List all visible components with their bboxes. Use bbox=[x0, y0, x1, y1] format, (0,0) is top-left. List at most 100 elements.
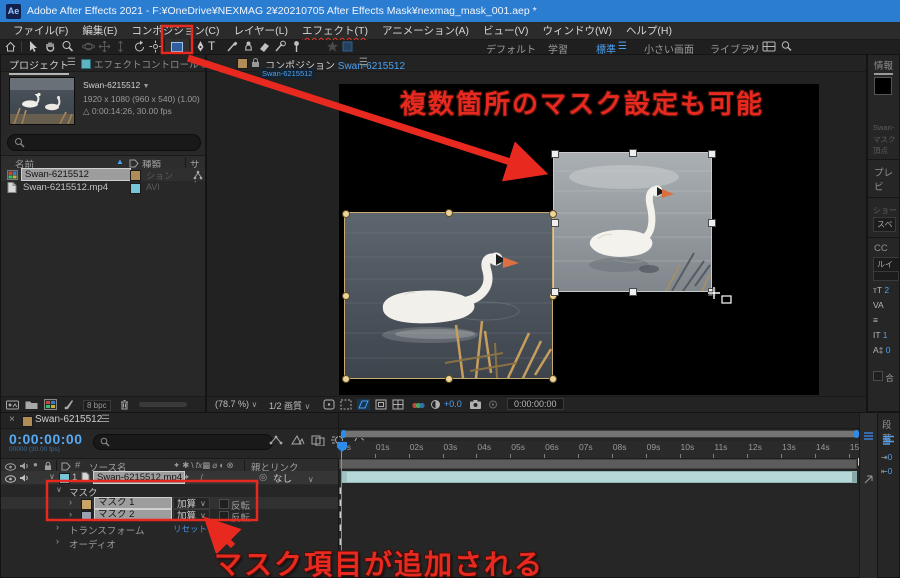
mask-handle[interactable] bbox=[551, 219, 559, 227]
indent-left-row[interactable]: ⇥0 bbox=[881, 453, 892, 462]
text-tool-icon[interactable]: T bbox=[208, 39, 215, 53]
mask-handle[interactable] bbox=[549, 375, 557, 383]
search-help-icon[interactable] bbox=[780, 40, 793, 53]
mask-mode-dropdown[interactable]: 加算∨ bbox=[173, 509, 210, 521]
comp-viewer[interactable] bbox=[339, 84, 819, 395]
frame-blending-icon[interactable] bbox=[311, 434, 325, 446]
mask-group-row[interactable]: ∨ マスク bbox=[1, 484, 338, 497]
new-composition-icon[interactable] bbox=[44, 399, 57, 410]
leading-row[interactable]: ≡ bbox=[873, 315, 878, 325]
tab-project[interactable]: プロジェクト bbox=[9, 57, 69, 75]
font-size-row[interactable]: тT 2 bbox=[873, 285, 889, 295]
pen-tool-icon[interactable] bbox=[194, 40, 207, 53]
group-expander-icon[interactable]: ∨ bbox=[56, 485, 62, 494]
menu-animation[interactable]: アニメーション(A) bbox=[375, 23, 476, 38]
orbit-camera-tool-icon[interactable] bbox=[82, 40, 95, 53]
align-left-icon[interactable] bbox=[882, 435, 895, 446]
layer-expander-icon[interactable]: ∨ bbox=[49, 472, 55, 481]
mask-handle[interactable] bbox=[445, 375, 453, 383]
audio-label[interactable]: オーディオ bbox=[69, 537, 116, 551]
menu-edit[interactable]: 編集(E) bbox=[75, 23, 124, 38]
tsume-row[interactable]: IT 1 bbox=[873, 330, 888, 340]
safe-margins-icon[interactable] bbox=[340, 399, 352, 410]
rotation-tool-icon[interactable] bbox=[133, 40, 146, 53]
brush-tool-icon[interactable] bbox=[226, 40, 239, 53]
mask-invert-checkbox[interactable] bbox=[219, 511, 229, 521]
comp-button-icon[interactable] bbox=[863, 475, 874, 486]
transform-reset-link[interactable]: リセット bbox=[173, 523, 207, 535]
menu-window[interactable]: ウィンドウ(W) bbox=[536, 23, 619, 38]
comp-panel-menu-icon[interactable]: ☰ bbox=[359, 57, 368, 68]
menu-view[interactable]: ビュー(V) bbox=[476, 23, 536, 38]
roto-brush-tool-icon[interactable] bbox=[274, 40, 287, 53]
layer-row[interactable]: ∨ 1 Swan-6215512.mp4 ✦ / ◎ なし ∨ bbox=[1, 471, 338, 485]
project-settings-icon[interactable] bbox=[63, 399, 75, 410]
tab-timeline-comp[interactable]: Swan-6215512 bbox=[35, 414, 102, 425]
time-ruler[interactable]: 0s01s02s03s04s05s06s07s08s09s10s11s12s13… bbox=[338, 441, 859, 459]
masked-image-left[interactable] bbox=[345, 213, 552, 378]
project-item-name[interactable]: Swan-6215512.mp4 bbox=[23, 182, 108, 193]
comp-marker-icon[interactable] bbox=[863, 431, 874, 442]
puppet-pin-tool-icon[interactable] bbox=[290, 40, 303, 53]
mask-handle[interactable] bbox=[629, 149, 637, 157]
draft-3d-icon[interactable] bbox=[291, 434, 305, 446]
layer-duration-bar[interactable] bbox=[342, 471, 857, 483]
zoom-tool-icon[interactable] bbox=[61, 40, 74, 53]
mask-handle[interactable] bbox=[551, 288, 559, 296]
transform-row[interactable]: › トランスフォーム リセット bbox=[1, 522, 338, 534]
tab-preview[interactable]: プレビ bbox=[874, 165, 899, 193]
channel-icon[interactable] bbox=[412, 400, 425, 410]
project-item-name[interactable]: Swan-6215512 bbox=[21, 168, 131, 181]
mask-handle[interactable] bbox=[708, 219, 716, 227]
mask-handle[interactable] bbox=[551, 150, 559, 158]
menu-file[interactable]: ファイル(F) bbox=[6, 23, 75, 38]
footage-name[interactable]: Swan-6215512 bbox=[83, 80, 140, 90]
menu-layer[interactable]: レイヤー(L) bbox=[227, 23, 296, 38]
lock-icon[interactable] bbox=[251, 57, 260, 68]
indent-right-row[interactable]: ⇤0 bbox=[881, 467, 892, 476]
mask-color-swatch[interactable] bbox=[81, 511, 92, 522]
baseline-shift-value[interactable]: 0 bbox=[886, 345, 891, 355]
mask-path-visibility-icon[interactable] bbox=[357, 399, 370, 410]
mocha-tool-icon[interactable] bbox=[341, 40, 354, 53]
mask-expander-icon[interactable]: › bbox=[69, 497, 72, 507]
close-tab-icon[interactable]: × bbox=[9, 414, 15, 425]
comp-label-swatch[interactable] bbox=[237, 58, 248, 69]
layer-switches[interactable]: ✦ / bbox=[183, 472, 207, 483]
project-panel-menu-icon[interactable]: ☰ bbox=[67, 57, 76, 68]
snapshot-icon[interactable] bbox=[469, 399, 482, 410]
sort-ascending-icon[interactable]: ▲ bbox=[116, 157, 124, 166]
workspace-menu-icon[interactable]: ☰ bbox=[618, 41, 627, 52]
footer-slider[interactable] bbox=[139, 402, 187, 407]
current-time-display[interactable]: 0:00:00:00 bbox=[9, 431, 83, 447]
shortcut-key-box[interactable]: スペ bbox=[873, 217, 896, 232]
navigator-start-handle[interactable] bbox=[341, 430, 346, 438]
eraser-tool-icon[interactable] bbox=[258, 40, 271, 53]
work-area-bar[interactable] bbox=[339, 459, 857, 469]
compose-row[interactable]: 合 bbox=[873, 371, 894, 384]
timeline-panel-menu-icon[interactable]: ☰ bbox=[101, 414, 110, 425]
selection-tool-icon[interactable] bbox=[26, 40, 39, 53]
mask-handle[interactable] bbox=[549, 210, 557, 218]
layer-source-name[interactable]: Swan-6215512.mp4 bbox=[93, 471, 185, 484]
font-size-value[interactable]: 2 bbox=[884, 285, 889, 295]
show-snapshot-icon[interactable] bbox=[487, 399, 499, 410]
indent-right-value[interactable]: 0 bbox=[888, 467, 892, 476]
layer-label-swatch[interactable] bbox=[59, 473, 70, 484]
hand-tool-icon[interactable] bbox=[44, 40, 57, 53]
font-family-dropdown[interactable]: ルイ bbox=[873, 257, 900, 272]
comp-mini-flowchart-icon[interactable] bbox=[269, 434, 283, 446]
masked-image-right[interactable] bbox=[554, 153, 711, 291]
tab-info[interactable]: 情報 bbox=[874, 58, 893, 75]
transform-label[interactable]: トランスフォーム bbox=[69, 523, 145, 537]
layer-in-handle[interactable] bbox=[342, 472, 347, 482]
preview-timecode[interactable]: 0:00:00:00 bbox=[507, 398, 564, 410]
mask-name[interactable]: マスク 1 bbox=[94, 497, 172, 509]
audio-expander-icon[interactable]: › bbox=[56, 536, 59, 546]
mask-row[interactable]: › マスク 1 加算∨ 反転 bbox=[1, 497, 338, 509]
label-color-swatch[interactable] bbox=[130, 183, 141, 194]
mask-expander-icon[interactable]: › bbox=[69, 509, 72, 519]
mask-handle[interactable] bbox=[342, 210, 350, 218]
pan-camera-tool-icon[interactable] bbox=[98, 40, 111, 53]
mask-row[interactable]: › マスク 2 加算∨ 反転 bbox=[1, 509, 338, 521]
